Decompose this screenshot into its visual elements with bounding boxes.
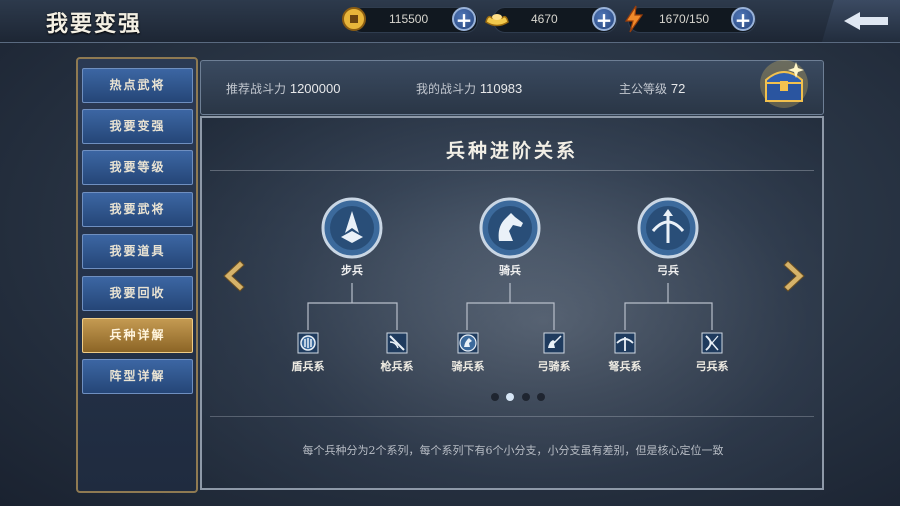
branch-label-archer: 弓兵 <box>657 264 679 277</box>
sub-label-archer: 弓兵系 <box>695 360 729 373</box>
archer-icon[interactable] <box>701 332 723 354</box>
page-dot-1[interactable] <box>491 393 499 401</box>
branch-label-cavalry: 骑兵 <box>499 264 521 277</box>
horse-archer-icon[interactable] <box>543 332 565 354</box>
crossbow-icon[interactable] <box>614 332 636 354</box>
infantry-icon[interactable] <box>321 197 383 259</box>
page-dot-3[interactable] <box>522 393 530 401</box>
horse-icon[interactable] <box>479 197 541 259</box>
sub-label-spear: 枪兵系 <box>380 360 414 373</box>
spear-icon[interactable] <box>386 332 408 354</box>
troop-description: 每个兵种分为2个系列，每个系列下有6个小分支，小分支虽有差别，但是核心定位一致 <box>302 444 724 457</box>
shield-icon[interactable] <box>297 332 319 354</box>
page-dot-2[interactable] <box>506 393 514 401</box>
sub-label-horse-archer: 弓骑系 <box>537 360 571 373</box>
next-page-arrow[interactable] <box>780 258 810 294</box>
tree-connector-lines <box>307 283 713 330</box>
bow-icon[interactable] <box>637 197 699 259</box>
sub-label-cavalry: 骑兵系 <box>451 360 485 373</box>
branch-label-infantry: 步兵 <box>341 264 363 277</box>
prev-page-arrow[interactable] <box>218 258 248 294</box>
cavalry-icon[interactable] <box>457 332 479 354</box>
sub-label-shield: 盾兵系 <box>291 360 325 373</box>
sub-label-crossbow: 弩兵系 <box>608 360 642 373</box>
page-dot-4[interactable] <box>537 393 545 401</box>
